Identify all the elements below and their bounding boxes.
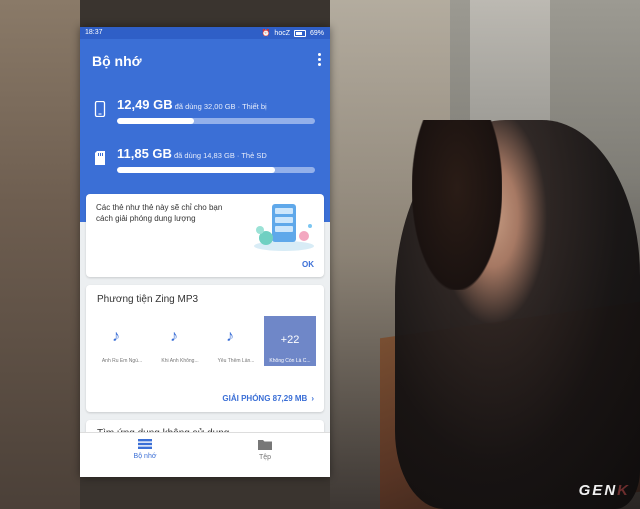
- sd-progress-bar: [117, 167, 315, 173]
- storage-list-icon: [138, 439, 152, 449]
- tip-message: Các thẻ như thẻ này sẽ chỉ cho bạn cách …: [96, 203, 223, 223]
- carrier-label: hocZ: [274, 29, 290, 37]
- device-progress-fill: [117, 118, 195, 124]
- status-time: 18:37: [85, 29, 103, 36]
- device-progress-bar: [117, 118, 315, 124]
- status-icons: ⏰ hocZ 69%: [262, 29, 324, 37]
- ok-button[interactable]: OK: [302, 260, 314, 269]
- page-title: Bộ nhớ: [92, 53, 142, 69]
- phone-screen: 18:37 ⏰ hocZ 69% Bộ nhớ 12,49 GB đã dùng …: [80, 27, 330, 477]
- nav-storage-label: Bộ nhớ: [133, 453, 157, 460]
- bottom-navigation: Bộ nhớ Tệp: [80, 432, 330, 477]
- media-tile-label: Khi Anh Không...: [161, 358, 199, 364]
- zing-card-title: Phương tiện Zing MP3: [97, 294, 199, 305]
- more-options-icon[interactable]: [316, 53, 322, 69]
- free-up-button[interactable]: GIẢI PHÓNG 87,29 MB ›: [222, 394, 314, 403]
- media-tile[interactable]: ♪ Khi Anh Không...: [154, 316, 206, 366]
- sd-progress-fill: [117, 167, 276, 173]
- battery-icon: [293, 29, 306, 37]
- tip-card: Các thẻ như thẻ này sẽ chỉ cho bạn cách …: [86, 194, 324, 277]
- music-note-icon: ♪: [170, 328, 178, 345]
- media-tile-label: Anh Ru Em Ngủ...: [101, 358, 143, 364]
- status-bar: 18:37 ⏰ hocZ 69%: [80, 27, 330, 39]
- zing-media-card: Phương tiện Zing MP3 ♪ Anh Ru Em Ngủ... …: [86, 285, 324, 412]
- background-building: [0, 0, 80, 509]
- genk-watermark: GENK: [578, 482, 630, 499]
- alarm-icon: ⏰: [261, 30, 271, 37]
- chevron-right-icon: ›: [311, 394, 314, 403]
- sd-used: 11,85 GB: [117, 146, 172, 161]
- sd-detail: đã dùng 14,83 GB · Thẻ SD: [173, 151, 267, 160]
- more-count: +22: [280, 334, 300, 346]
- device-detail: đã dùng 32,00 GB · Thiết bị: [174, 102, 267, 111]
- more-media-tile[interactable]: +22 Không Còn Là C...: [264, 316, 316, 366]
- music-note-icon: ♪: [226, 328, 234, 345]
- media-tile-label: Yêu Thêm Lần...: [217, 358, 255, 364]
- battery-percent: 69%: [309, 29, 324, 37]
- folder-icon: [258, 440, 272, 450]
- nav-storage[interactable]: Bộ nhớ: [105, 439, 185, 460]
- media-tile[interactable]: ♪ Yêu Thêm Lần...: [210, 316, 262, 366]
- music-note-icon: ♪: [112, 328, 120, 345]
- background-hair: [412, 120, 502, 290]
- nav-files-label: Tệp: [258, 454, 272, 461]
- sd-card-icon: [95, 151, 105, 165]
- media-tile-label: Không Còn Là C...: [269, 358, 311, 364]
- device-used: 12,49 GB: [117, 97, 173, 112]
- phone-illustration-icon: [254, 204, 314, 251]
- free-up-label: GIẢI PHÓNG 87,29 MB: [222, 394, 308, 403]
- media-tile[interactable]: ♪ Anh Ru Em Ngủ...: [96, 316, 148, 366]
- nav-files[interactable]: Tệp: [225, 439, 305, 461]
- phone-icon: [94, 101, 106, 117]
